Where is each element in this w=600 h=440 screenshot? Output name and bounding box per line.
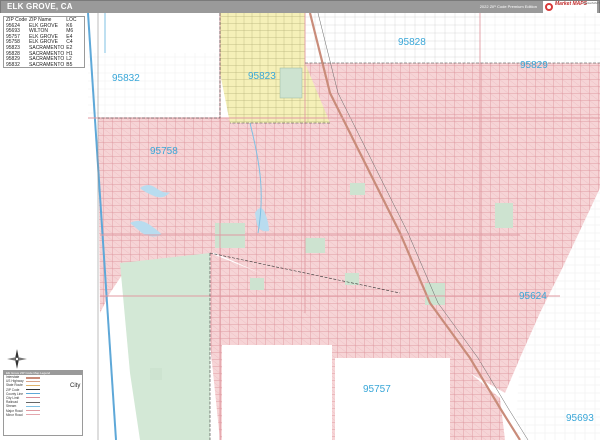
park-3: [305, 238, 325, 253]
logo-subtext: MarketMAPS.com: [583, 1, 600, 5]
legend-swatch: [26, 401, 40, 403]
park-9: [150, 368, 162, 380]
publisher-logo: Market MAPS MarketMAPS.com: [543, 1, 600, 13]
legend-swatch: [26, 384, 40, 386]
legend-swatch: [26, 389, 40, 391]
legend-city-label: City: [70, 383, 81, 389]
legend-swatch: [26, 405, 40, 407]
open-land-2: [335, 358, 450, 440]
legend-swatch: [26, 393, 40, 395]
zip-label-95829: 95829: [520, 60, 548, 71]
open-land: [222, 345, 332, 440]
legend-item: Minor Road: [4, 413, 82, 417]
zip-code-table: ZIP Code ZIP Name LOC 95624 ELK GROVE K6 9…: [3, 16, 85, 68]
logo-icon: [545, 3, 553, 11]
map-legend: Elk Grove ZIP Code Map Legend Interstate…: [3, 370, 83, 436]
zip-code-cell: 95832: [6, 61, 20, 68]
park-5: [425, 283, 445, 305]
park-4: [350, 183, 365, 195]
compass-rose-icon: [7, 349, 27, 369]
zip-label-95828: 95828: [398, 37, 426, 48]
legend-swatch: [26, 380, 40, 382]
legend-swatch: [26, 410, 40, 411]
legend-swatch: [26, 376, 40, 379]
zip-label-95823: 95823: [248, 71, 276, 82]
park-1: [279, 67, 303, 99]
title-bar: ELK GROVE, CA 2022 ZIP Code Premium Edit…: [1, 1, 600, 13]
zip-label-95693: 95693: [566, 413, 594, 424]
table-row: 95832 SACRAMENTO B5: [6, 61, 79, 69]
legend-swatch: [26, 397, 40, 399]
zip-label-95757: 95757: [363, 384, 391, 395]
park-2: [215, 223, 245, 248]
map-canvas[interactable]: 95828 95829 95832 95823 95758 95624 9575…: [0, 13, 600, 440]
park-7: [250, 278, 264, 290]
park-6: [495, 203, 513, 228]
zip-name-cell: SACRAMENTO: [29, 61, 65, 68]
zip-label-95624: 95624: [519, 291, 547, 302]
legend-label: Minor Road: [6, 412, 23, 417]
zip-label-95758: 95758: [150, 146, 178, 157]
edition-label: 2022 ZIP Code Premium Edition: [479, 4, 537, 9]
map-title: ELK GROVE, CA: [7, 2, 73, 11]
legend-swatch: [26, 414, 40, 416]
zip-label-95832: 95832: [112, 73, 140, 84]
loc-cell: B5: [66, 61, 73, 68]
